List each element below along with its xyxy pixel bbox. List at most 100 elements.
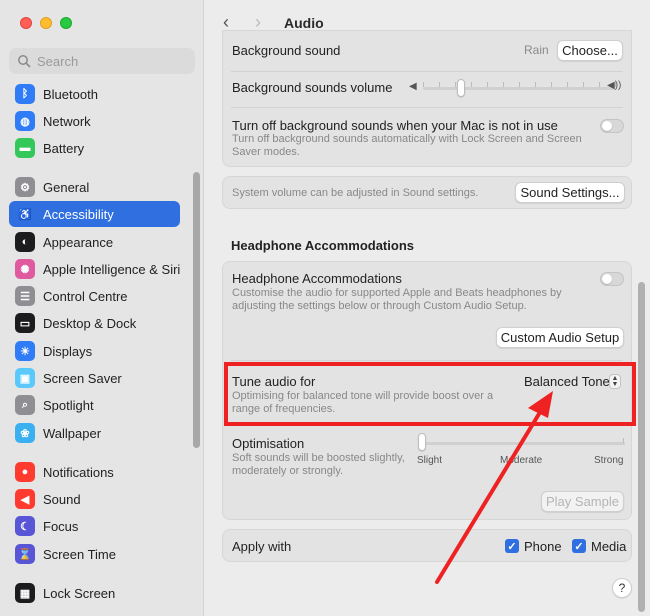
sidebar-item-label: Screen Saver [43, 370, 122, 386]
tick [623, 438, 624, 443]
close-button[interactable] [20, 17, 32, 29]
speaker-low-icon: ◀ [409, 81, 417, 92]
tick [455, 82, 456, 87]
play-sample-button[interactable]: Play Sample [541, 491, 624, 512]
sidebar-item-label: Control Centre [43, 288, 128, 304]
sidebar-item-accessibility[interactable]: ♿ Accessibility [9, 201, 180, 227]
headphone-description: Customise the audio for supported Apple … [232, 287, 562, 312]
sidebar-scrollbar[interactable] [193, 172, 200, 448]
control-centre-icon: ☰ [15, 286, 35, 306]
minimize-button[interactable] [40, 17, 52, 29]
wallpaper-icon: ❀ [15, 423, 35, 443]
sidebar-item-label: General [43, 179, 90, 195]
sidebar-item-label: Notifications [43, 464, 114, 480]
sidebar-item-screen-time[interactable]: ⌛ Screen Time [9, 541, 180, 567]
sidebar-item-appearance[interactable]: ◐ Appearance [9, 229, 180, 255]
sidebar-item-general[interactable]: ⚙ General [9, 174, 180, 200]
sidebar-item-label: Wallpaper [43, 425, 102, 441]
focus-icon: ☾ [15, 516, 35, 536]
sidebar-item-screen-saver[interactable]: ▣ Screen Saver [9, 365, 180, 391]
optimisation-track[interactable] [419, 442, 625, 445]
turn-off-label: Turn off background sounds when your Mac… [232, 118, 558, 133]
tick [535, 82, 536, 87]
system-volume-text: System volume can be adjusted in Sound s… [232, 187, 479, 199]
custom-audio-setup-button[interactable]: Custom Audio Setup [496, 327, 624, 348]
sidebar-item-network[interactable]: ◍ Network [9, 108, 180, 134]
tick [567, 82, 568, 87]
sidebar-item-label: Bluetooth [43, 86, 98, 102]
tick [551, 82, 552, 87]
battery-icon: ▬ [15, 138, 35, 158]
optimisation-description: Soft sounds will be boosted slightly, mo… [232, 452, 405, 477]
bg-volume-track[interactable] [423, 87, 615, 90]
sidebar-item-wallpaper[interactable]: ❀ Wallpaper [9, 420, 180, 446]
search-field[interactable] [9, 48, 195, 74]
gear-icon: ⚙ [15, 177, 35, 197]
help-button[interactable]: ? [612, 578, 632, 598]
sidebar-item-label: Network [43, 113, 91, 129]
main-pane: ‹ › Audio Background sound Rain Choose..… [205, 0, 650, 616]
zoom-button[interactable] [60, 17, 72, 29]
optimisation-thumb[interactable] [418, 433, 426, 451]
sidebar-item-desktop-dock[interactable]: ▭ Desktop & Dock [9, 310, 180, 336]
bg-volume-thumb[interactable] [457, 79, 465, 97]
section-title: Headphone Accommodations [231, 238, 414, 253]
turn-off-toggle[interactable] [600, 119, 624, 133]
settings-window: ᛒ Bluetooth ◍ Network ▬ Battery ⚙ General ♿ Acces… [0, 0, 650, 616]
accessibility-icon: ♿ [15, 204, 35, 224]
sidebar-item-label: Desktop & Dock [43, 315, 137, 331]
tick [503, 82, 504, 87]
tick [423, 82, 424, 87]
sidebar-item-label: Screen Time [43, 546, 116, 562]
sidebar-item-notifications[interactable]: ● Notifications [9, 459, 180, 485]
optimisation-label: Optimisation [232, 436, 305, 451]
tick [599, 82, 600, 87]
screen-saver-icon: ▣ [15, 368, 35, 388]
tick [521, 438, 522, 443]
sound-settings-button[interactable]: Sound Settings... [515, 182, 625, 203]
sidebar-item-label: Accessibility [43, 206, 114, 222]
search-input[interactable] [37, 53, 187, 69]
optimisation-level-moderate: Moderate [500, 455, 543, 466]
sidebar-item-label: Spotlight [43, 397, 94, 413]
sidebar-item-battery[interactable]: ▬ Battery [9, 135, 180, 161]
page-title: Audio [284, 15, 324, 31]
tick [519, 82, 520, 87]
background-sound-value: Rain [524, 43, 549, 57]
displays-icon: ☀ [15, 341, 35, 361]
lock-screen-icon: ▦ [15, 583, 35, 603]
sidebar-item-label: Apple Intelligence & Siri [43, 261, 181, 277]
system-volume-card: System volume can be adjusted in Sound s… [222, 176, 632, 209]
sidebar-item-label: Displays [43, 343, 93, 359]
globe-icon: ◍ [15, 111, 35, 131]
phone-checkbox[interactable]: ✓ [505, 539, 519, 553]
sidebar: ᛒ Bluetooth ◍ Network ▬ Battery ⚙ General ♿ Acces… [0, 0, 204, 616]
background-sound-label: Background sound [232, 43, 341, 58]
sidebar-item-apple-intelligence-siri[interactable]: ✺ Apple Intelligence & Siri [9, 256, 180, 282]
sidebar-item-control-centre[interactable]: ☰ Control Centre [9, 283, 180, 309]
headphone-label: Headphone Accommodations [232, 271, 402, 286]
turn-off-description: Turn off background sounds automatically… [232, 133, 582, 158]
choose-button[interactable]: Choose... [557, 40, 623, 61]
sidebar-item-spotlight[interactable]: ⌕ Spotlight [9, 392, 180, 418]
tick [487, 82, 488, 87]
screen-time-icon: ⌛ [15, 544, 35, 564]
sidebar-item-label: Appearance [43, 234, 114, 250]
sound-icon: ◀ [15, 489, 35, 509]
sidebar-item-lock-screen[interactable]: ▦ Lock Screen [9, 580, 180, 606]
main-scrollbar[interactable] [638, 282, 645, 612]
window-controls [20, 17, 72, 29]
sidebar-item-focus[interactable]: ☾ Focus [9, 513, 180, 539]
siri-icon: ✺ [15, 259, 35, 279]
sidebar-item-displays[interactable]: ☀ Displays [9, 338, 180, 364]
background-sounds-card: Background sound Rain Choose... Backgrou… [222, 30, 632, 167]
sidebar-item-sound[interactable]: ◀ Sound [9, 486, 180, 512]
headphone-toggle[interactable] [600, 272, 624, 286]
bg-volume-label: Background sounds volume [232, 80, 393, 95]
sidebar-item-bluetooth[interactable]: ᛒ Bluetooth [9, 81, 180, 107]
notifications-icon: ● [15, 462, 35, 482]
apply-with-label: Apply with [232, 539, 292, 554]
media-checkbox[interactable]: ✓ [572, 539, 586, 553]
sidebar-item-label: Lock Screen [43, 585, 116, 601]
sidebar-item-label: Sound [43, 491, 81, 507]
